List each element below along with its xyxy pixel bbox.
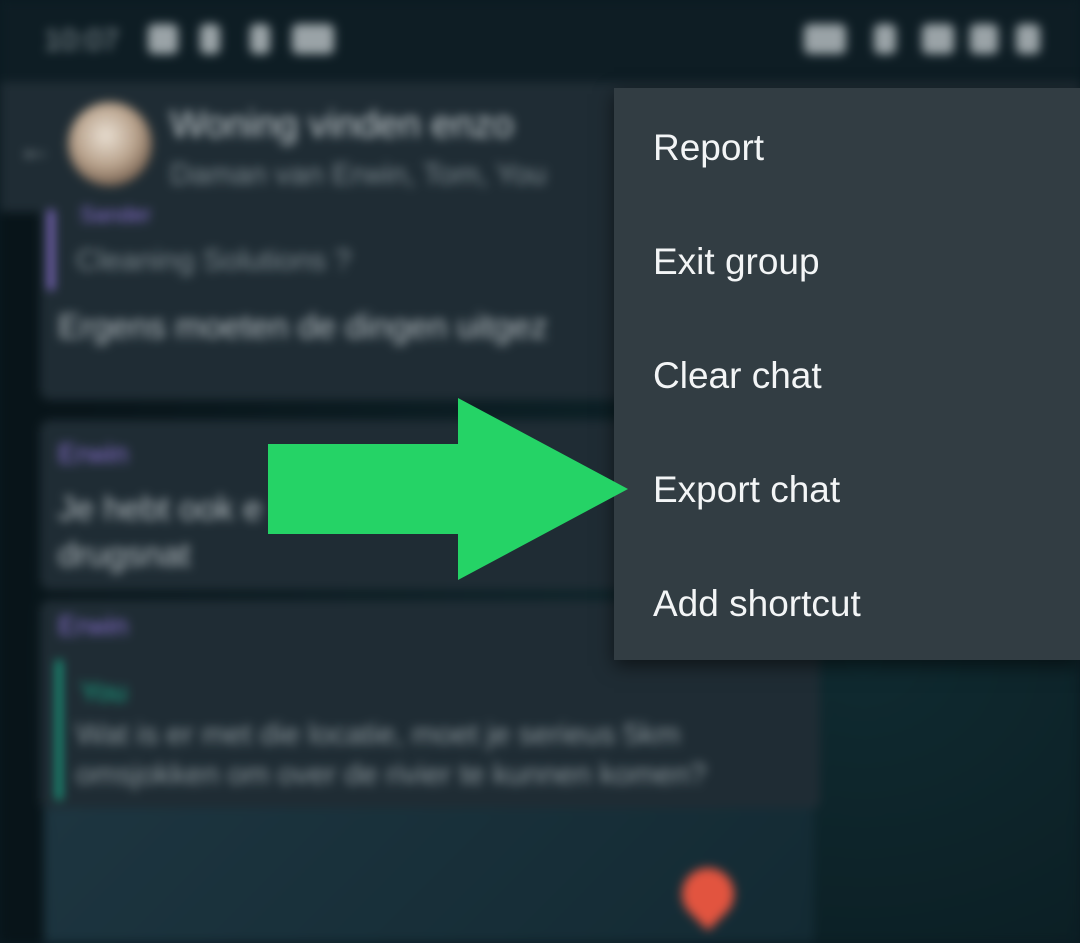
notification-icon	[200, 24, 220, 54]
notification-icon	[250, 24, 270, 54]
group-name[interactable]: Woning vinden enzo	[170, 104, 514, 147]
message-text: drugsnat	[58, 536, 191, 574]
quoted-text: omsjokken om over de rivier te kunnen ko…	[76, 758, 707, 791]
menu-item-clear-chat[interactable]: Clear chat	[614, 319, 1080, 433]
message-icon	[292, 24, 334, 54]
signal-icon	[970, 24, 998, 54]
message-sender: Erwin	[58, 438, 129, 469]
menu-item-add-shortcut[interactable]: Add shortcut	[614, 547, 1080, 661]
menu-item-exit-group[interactable]: Exit group	[614, 205, 1080, 319]
menu-item-export-chat[interactable]: Export chat	[614, 433, 1080, 547]
status-time: 10:07	[44, 24, 120, 57]
overflow-menu: Report Exit group Clear chat Export chat…	[614, 88, 1080, 660]
wifi-icon	[922, 24, 954, 54]
arrow-right-icon	[268, 398, 628, 580]
quoted-text: Cleaning Solutions ?	[76, 244, 352, 277]
battery-icon	[1016, 24, 1040, 54]
group-participants: Daman van Erwin, Tom, You	[170, 158, 547, 191]
back-arrow-icon[interactable]: ←	[18, 130, 52, 169]
group-avatar[interactable]	[68, 102, 152, 186]
message-sender: Erwin	[58, 610, 129, 641]
phone-icon	[148, 24, 178, 54]
menu-item-report[interactable]: Report	[614, 91, 1080, 205]
vibrate-icon	[804, 24, 846, 54]
message-text: Je hebt ook e	[58, 490, 263, 528]
message-sender: Sander	[80, 202, 151, 227]
message-text: Ergens moeten de dingen uitgez	[58, 308, 548, 346]
quoted-text: Wat is er met die locatie, moet je serie…	[76, 718, 681, 751]
message-bubble: Sander Cleaning Solutions ? Ergens moete…	[40, 200, 640, 400]
quote-bar	[56, 660, 62, 800]
status-bar: 10:07	[0, 0, 1080, 82]
annotation-arrow-shape	[268, 398, 628, 580]
quote-bar	[48, 210, 54, 290]
alarm-icon	[874, 24, 896, 54]
quoted-sender: You	[80, 676, 128, 707]
